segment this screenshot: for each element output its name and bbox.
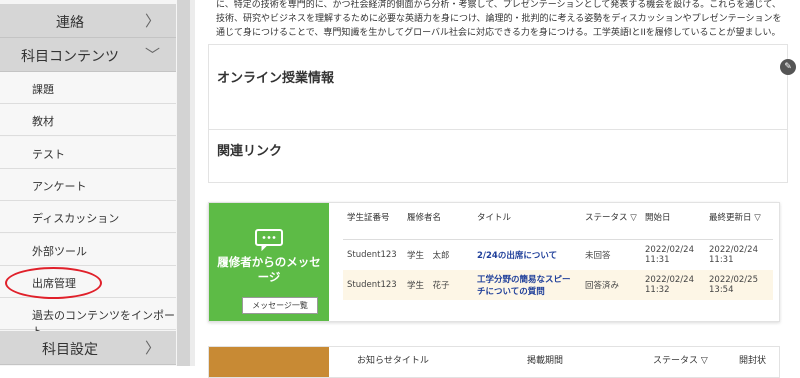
sidebar-item-surveys[interactable]: アンケート bbox=[0, 169, 176, 201]
sidebar-item-label: ディスカッション bbox=[32, 212, 120, 225]
messages-banner: 履修者からのメッセージ メッセージ一覧 bbox=[209, 203, 329, 321]
sidebar-item-assignments[interactable]: 課題 bbox=[0, 72, 176, 104]
col-student-id: 学生証番号 bbox=[343, 209, 403, 240]
student-name: 学生 太郎 bbox=[407, 251, 450, 261]
sidebar-item-materials[interactable]: 教材 bbox=[0, 104, 176, 136]
sidebar-item-external-tools[interactable]: 外部ツール bbox=[0, 234, 176, 266]
table-header: 学生証番号 履修者名 タイトル ステータス ▽ 開始日 最終更新日 ▽ bbox=[343, 209, 773, 240]
student-id: Student123 bbox=[343, 270, 403, 300]
course-description: に、特定の技術を専門的に、かつ社会経済的側面から分析・考察して、プレゼンテーショ… bbox=[216, 0, 782, 38]
chevron-right-icon: 〉 bbox=[144, 12, 160, 30]
sidebar-item-discussion[interactable]: ディスカッション bbox=[0, 201, 176, 233]
col-start: 開始日 bbox=[641, 209, 705, 240]
updated-date: 2022/02/25 13:54 bbox=[705, 270, 773, 300]
col-name: 履修者名 bbox=[403, 209, 473, 240]
notices-banner bbox=[209, 347, 329, 377]
sidebar-section-course-content[interactable]: 科目コンテンツ ﹀ bbox=[0, 38, 176, 72]
section-label: 科目コンテンツ bbox=[21, 49, 119, 65]
student-id: Student123 bbox=[347, 250, 397, 260]
notices-card: お知らせタイトル 掲載期間 ステータス ▽ 開封状 bbox=[208, 346, 780, 378]
col-notice-status[interactable]: ステータス ▽ bbox=[653, 353, 708, 366]
messages-table: 学生証番号 履修者名 タイトル ステータス ▽ 開始日 最終更新日 ▽ Stud… bbox=[343, 209, 773, 300]
table-row: Student123 学生 花子 工学分野の簡易なスピーチについての質問 回答済… bbox=[343, 270, 773, 300]
sidebar-item-label: 外部ツール bbox=[32, 245, 87, 258]
section-label: 科目設定 bbox=[42, 342, 98, 358]
student-name: 学生 花子 bbox=[403, 270, 473, 300]
message-list-button[interactable]: メッセージ一覧 bbox=[242, 297, 318, 314]
col-title: タイトル bbox=[473, 209, 581, 240]
start-date: 2022/02/24 11:31 bbox=[645, 245, 694, 265]
message-status: 回答済み bbox=[581, 270, 641, 300]
card-title: 関連リンク bbox=[217, 144, 283, 159]
message-title-link[interactable]: 2/24の出席について bbox=[473, 240, 581, 271]
updated-date: 2022/02/24 11:31 bbox=[709, 245, 758, 265]
sidebar-item-label: 教材 bbox=[32, 115, 54, 128]
col-updated[interactable]: 最終更新日 ▽ bbox=[705, 209, 773, 240]
sidebar-item-label: テスト bbox=[32, 148, 65, 161]
chat-bubble-icon bbox=[255, 229, 283, 251]
col-period: 掲載期間 bbox=[527, 356, 564, 366]
sidebar: 連絡 〉 科目コンテンツ ﹀ 課題 教材 テスト アンケート ディスカッション … bbox=[0, 0, 182, 366]
messages-title: 履修者からのメッセージ bbox=[217, 255, 321, 284]
message-title-link[interactable]: 工学分野の簡易なスピーチについての質問 bbox=[473, 270, 581, 300]
sidebar-scrollbar[interactable] bbox=[177, 0, 190, 366]
online-class-card: オンライン授業情報 bbox=[208, 44, 788, 131]
col-notice-title: お知らせタイトル bbox=[357, 356, 429, 366]
sidebar-item-label: アンケート bbox=[32, 180, 87, 193]
edit-icon[interactable]: ✎ bbox=[780, 59, 796, 75]
col-open-status: 開封状 bbox=[739, 356, 767, 366]
attendance-highlight-circle bbox=[5, 267, 102, 299]
card-title: オンライン授業情報 bbox=[217, 71, 335, 86]
related-links-card: 関連リンク bbox=[208, 129, 788, 183]
main-content: に、特定の技術を専門的に、かつ社会経済的側面から分析・考察して、プレゼンテーショ… bbox=[196, 0, 800, 378]
col-status[interactable]: ステータス ▽ bbox=[581, 209, 641, 240]
sidebar-item-import-content[interactable]: 過去のコンテンツをインポート bbox=[0, 298, 176, 338]
sidebar-item-label: 課題 bbox=[32, 83, 54, 96]
divider bbox=[190, 0, 195, 366]
chevron-right-icon: 〉 bbox=[144, 339, 160, 357]
chevron-down-icon: ﹀ bbox=[144, 46, 160, 64]
messages-card: 履修者からのメッセージ メッセージ一覧 学生証番号 履修者名 タイトル ステータ… bbox=[208, 202, 780, 322]
sidebar-section-course-settings[interactable]: 科目設定 〉 bbox=[0, 331, 176, 365]
table-row: Student123 学生 太郎 2/24の出席について 未回答 2022/02… bbox=[343, 240, 773, 271]
sidebar-section-contact[interactable]: 連絡 〉 bbox=[0, 4, 176, 38]
section-label: 連絡 bbox=[56, 15, 84, 31]
start-date: 2022/02/24 11:32 bbox=[641, 270, 705, 300]
sidebar-item-tests[interactable]: テスト bbox=[0, 137, 176, 169]
message-status: 未回答 bbox=[585, 251, 611, 261]
